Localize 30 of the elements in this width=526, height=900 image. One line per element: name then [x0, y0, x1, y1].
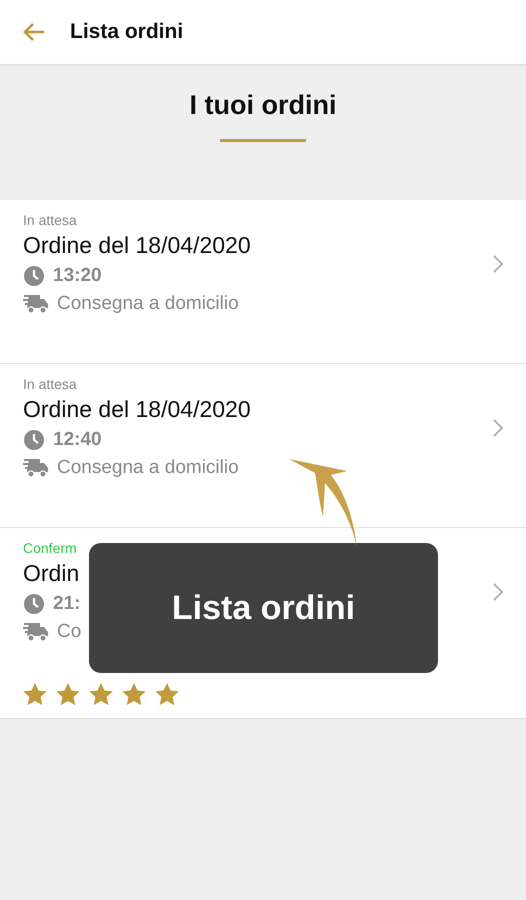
- order-time: 21:: [53, 593, 80, 615]
- caption-text: Lista ordini: [172, 588, 356, 628]
- order-status: Conferm: [23, 540, 77, 556]
- clock-icon: [23, 265, 45, 287]
- order-status: In attesa: [23, 376, 77, 392]
- truck-icon: [23, 621, 49, 643]
- truck-icon: [23, 457, 49, 479]
- order-title: Ordin: [23, 560, 80, 587]
- order-time: 13:20: [53, 265, 102, 287]
- star-icon: [122, 683, 146, 706]
- back-button[interactable]: [22, 22, 46, 42]
- delivery-type: Consegna a domicilio: [57, 293, 239, 315]
- order-status: In attesa: [23, 212, 77, 228]
- star-icon: [89, 683, 113, 706]
- delivery-type: Consegna a domicilio: [57, 457, 239, 479]
- star-icon: [56, 683, 80, 706]
- delivery-type: Co: [57, 621, 82, 643]
- order-title: Ordine del 18/04/2020: [23, 232, 252, 259]
- truck-icon: [23, 293, 49, 315]
- star-icon: [23, 683, 47, 706]
- page-title: I tuoi ordini: [190, 90, 336, 121]
- header-title: Lista ordini: [70, 20, 184, 44]
- order-title: Ordine del 18/04/2020: [23, 396, 252, 423]
- clock-icon: [23, 593, 45, 615]
- order-time: 12:40: [53, 429, 102, 451]
- chevron-right-icon: [492, 254, 504, 274]
- chevron-right-icon: [492, 582, 504, 602]
- chevron-right-icon: [492, 418, 504, 438]
- clock-icon: [23, 429, 45, 451]
- star-icon: [155, 683, 179, 706]
